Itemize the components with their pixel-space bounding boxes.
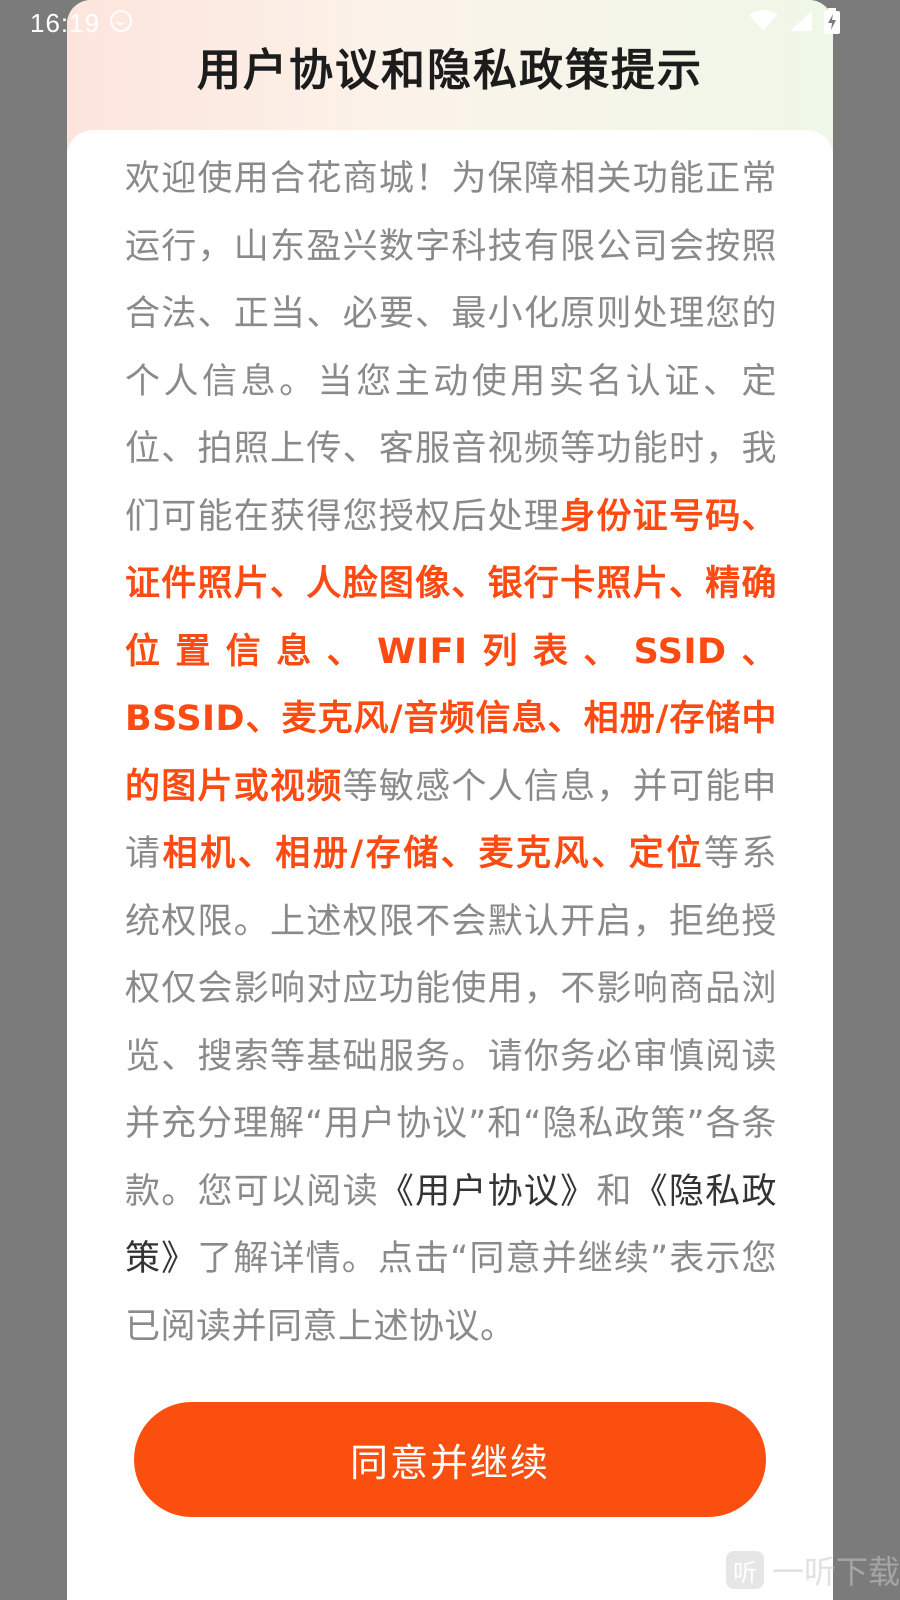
- status-icons: [748, 8, 840, 34]
- sensitive-info-highlight: 身份证号码、证件照片、人脸图像、银行卡照片、精确位置信息、WIFI列表、SSID…: [125, 496, 777, 807]
- privacy-dialog: 用户协议和隐私政策提示 欢迎使用合花商城！为保障相关功能正常运行，山东盈兴数字科…: [67, 0, 833, 1600]
- watermark-logo-icon: 听: [725, 1551, 764, 1589]
- status-bar: 16:19: [0, 0, 900, 46]
- text-segment: 和: [596, 1171, 633, 1212]
- agreement-text: 欢迎使用合花商城！为保障相关功能正常运行，山东盈兴数字科技有限公司会按照合法、正…: [125, 146, 777, 1361]
- battery-charging-icon: [824, 8, 840, 34]
- signal-icon: [790, 11, 812, 31]
- permission-highlight: 相机、相册/存储、麦克风、定位: [162, 834, 704, 874]
- watermark: 听 一听下载: [725, 1540, 900, 1600]
- wifi-icon: [749, 10, 777, 31]
- agree-continue-button[interactable]: 同意并继续: [134, 1402, 766, 1517]
- text-segment: 了解详情。点击“同意并继续”表示您已阅读并同意上述协议。: [125, 1239, 777, 1347]
- user-agreement-link[interactable]: 《用户协议》: [379, 1172, 597, 1212]
- text-segment: 等系统权限。上述权限不会默认开启，拒绝授权仅会影响对应功能使用，不影响商品浏览、…: [125, 834, 777, 1212]
- app-notification-icon: [110, 10, 132, 32]
- status-time: 16:19: [30, 8, 101, 38]
- watermark-text: 一听下载: [771, 1553, 900, 1591]
- text-segment: 欢迎使用合花商城！为保障相关功能正常运行，山东盈兴数字科技有限公司会按照合法、正…: [125, 159, 777, 537]
